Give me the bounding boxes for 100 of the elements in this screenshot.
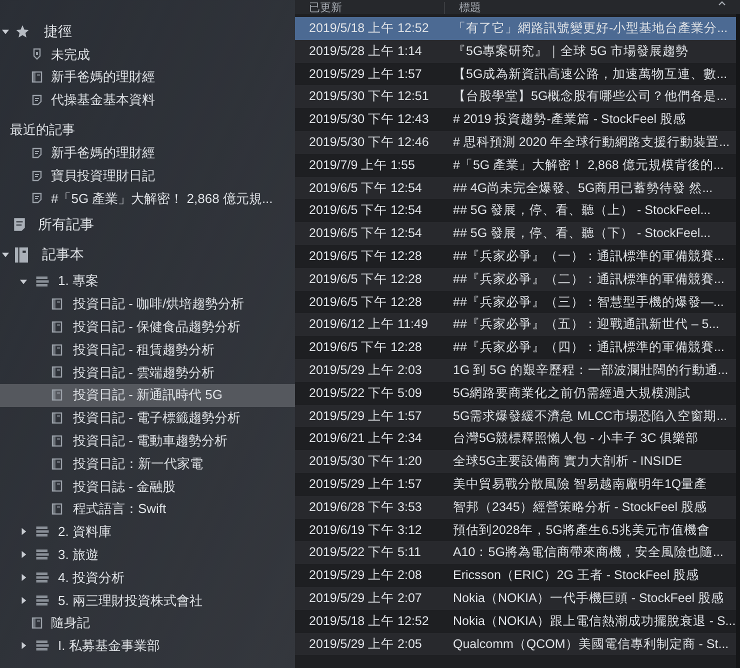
recent-note-item[interactable]: 新手爸媽的理財經	[51, 143, 155, 163]
column-heading[interactable]: 標題	[445, 2, 481, 14]
note-row[interactable]: 2019/6/5 下午 12:28 ##『兵家必爭』（三）：智慧型手機的爆發—...	[295, 290, 736, 314]
title-cell-text: #「5G 產業」大解密！ 2,868 億元規模背後的...	[452, 156, 724, 174]
updated-cell-text: 2019/6/5 下午 12:28	[308, 270, 423, 288]
title-cell-text: ##『兵家必爭』（三）：智慧型手機的爆發—...	[452, 294, 724, 311]
title-cell-text: ##『兵家必爭』（一）：通訊標準的軍備競賽...	[452, 248, 724, 265]
title-cell-text: ##『兵家必爭』（五）：迎戰通訊新世代 – 5...	[452, 316, 720, 334]
notebook-icon	[51, 320, 63, 333]
stack-item[interactable]: 5. 兩三理財投資株式會社	[58, 590, 202, 610]
shortcut-item[interactable]: 未完成	[51, 44, 90, 64]
updated-cell-text: 2019/6/12 上午 11:49	[308, 316, 429, 334]
updated-cell-text: 2019/5/29 上午 1:57	[308, 66, 423, 83]
updated-cell-text: 2019/5/29 上午 2:03	[308, 362, 423, 379]
note-row[interactable]: 2019/5/29 上午 1:57 【5G成為新資訊高速公路，加速萬物互連、數...	[295, 62, 736, 86]
note-row[interactable]: 2019/5/30 下午 12:46 # 思科預測 2020 年全球行動網路支援行動裝置...	[295, 130, 736, 154]
stack-item[interactable]: 1. 專案	[58, 271, 98, 291]
notebook-icon	[31, 71, 43, 84]
notebook-icon	[51, 434, 63, 447]
stack-icon	[35, 570, 50, 586]
title-cell-text: 1G 到 5G 的艱辛歷程：一部波瀾壯闊的行動通...	[452, 362, 728, 379]
note-row[interactable]: 2019/5/18 上午 12:52 「有了它」網路訊號變更好-小型基地台產業分...	[295, 17, 736, 40]
section-title[interactable]: 捷徑	[44, 20, 72, 42]
notebook-item[interactable]: 投資日誌 - 金融股	[0, 474, 295, 498]
note-row[interactable]: 2019/5/30 下午 1:20 全球5G主要設備商 實力大剖析 - INSIDE	[295, 450, 736, 473]
stack-item[interactable]: I. 私募基金事業部	[58, 636, 160, 656]
notebook-item[interactable]: 投資日記 - 咖啡/烘培趨勢分析	[0, 292, 295, 316]
note-row[interactable]: 2019/6/5 下午 12:54 ## 4G尚未完全爆發、5G商用已蓄勢待發 然...	[295, 176, 736, 200]
note-icon	[31, 192, 43, 204]
title-cell-text: 台灣5G競標釋照懶人包 - 小丰子 3C 俱樂部	[452, 430, 699, 448]
notebook-item[interactable]: 隨身記	[51, 613, 90, 633]
recent-note-item[interactable]: 寶貝投資理財日記	[51, 166, 155, 186]
caret-right-icon[interactable]	[20, 528, 27, 536]
title-cell-text: Nokia（NOKIA）一代手機巨頭 - StockFeel 股感	[452, 590, 724, 607]
all-notes-item[interactable]: 所有記事	[38, 214, 94, 236]
updated-cell-text: 2019/6/5 下午 12:54	[308, 180, 423, 197]
title-cell-text: 【台股學堂】5G概念股有哪些公司？他們各是...	[452, 88, 728, 106]
title-cell-text: Qualcomm（QCOM）美國電信專利制定商 - St...	[452, 636, 729, 653]
column-heading[interactable]: 已更新	[295, 2, 445, 14]
caret-down-icon[interactable]	[2, 251, 9, 258]
note-row[interactable]: 2019/6/19 下午 3:12 預估到2028年，5G將產生6.5兆美元市值機會	[295, 518, 736, 542]
title-cell-text: 美中貿易戰分散風險 智易越南廠明年1Q量產	[452, 476, 708, 493]
stack-item[interactable]: 2. 資料庫	[58, 522, 112, 542]
updated-cell-text: 2019/6/19 下午 3:12	[308, 522, 423, 539]
caret-down-icon[interactable]	[20, 278, 27, 285]
updated-cell-text: 2019/5/22 下午 5:11	[308, 544, 422, 562]
note-row[interactable]: 2019/6/5 下午 12:54 ## 5G 發展，停、看、聽（下） - StockFeel...	[295, 222, 736, 245]
shortcut-item[interactable]: 新手爸媽的理財經	[51, 67, 155, 87]
notebook-item[interactable]: 投資日記：新一代家電	[0, 452, 295, 475]
notebook-item[interactable]: 投資日記 - 電子標籤趨勢分析	[0, 406, 295, 430]
note-row[interactable]: 2019/5/29 上午 2:05 Qualcomm（QCOM）美國電信專利制定商 - St...	[295, 632, 736, 656]
section-title[interactable]: 記事本	[42, 244, 84, 266]
notebook-icon	[51, 389, 63, 402]
caret-right-icon[interactable]	[20, 642, 27, 650]
note-row[interactable]: 2019/6/28 下午 3:53 智邦（2345）經營策略分析 - StockFeel 股感	[295, 496, 736, 519]
title-cell-text: 『5G專案研究』｜全球 5G 市場發展趨勢	[452, 42, 688, 60]
shortcut-item[interactable]: 代操基金基本資料	[51, 90, 155, 110]
notebook-item[interactable]: 投資日記 - 雲端趨勢分析	[0, 360, 295, 384]
notebook-icon	[31, 617, 43, 630]
title-cell-text: A10：5G將為電信商帶來商機，安全風險也隨...	[452, 544, 724, 562]
note-row[interactable]: 2019/6/12 上午 11:49 ##『兵家必爭』（五）：迎戰通訊新世代 – 5...	[295, 313, 736, 336]
recent-note-item[interactable]: #「5G 產業」大解密！ 2,868 億元規...	[51, 188, 273, 208]
note-row[interactable]: 2019/5/29 上午 1:57 5G需求爆發緩不濟急 MLCC市場恐陷入空窗期...	[295, 404, 736, 428]
stack-item[interactable]: 3. 旅遊	[58, 544, 98, 564]
title-cell-text: ##『兵家必爭』（四）：通訊標準的軍備競賽...	[452, 339, 724, 356]
stack-icon	[35, 547, 50, 562]
title-cell-text: ## 5G 發展，停、看、聽（下） - StockFeel...	[452, 225, 711, 242]
updated-cell-text: 2019/5/29 上午 2:05	[308, 636, 423, 653]
note-row[interactable]: 2019/5/29 上午 2:07 Nokia（NOKIA）一代手機巨頭 - StockFeel 股感	[295, 586, 736, 610]
caret-right-icon[interactable]	[20, 574, 27, 582]
caret-right-icon[interactable]	[20, 596, 27, 604]
notebook-item[interactable]: 投資日記 - 租賃趨勢分析	[0, 338, 295, 361]
title-cell-text: ## 5G 發展，停、看、聽（上） - StockFeel...	[452, 202, 711, 220]
notebook-item[interactable]: 投資日記 - 保健食品趨勢分析	[0, 315, 295, 338]
title-cell-text: ##『兵家必爭』（二）：通訊標準的軍備競賽...	[452, 270, 724, 288]
title-cell-text: 全球5G主要設備商 實力大剖析 - INSIDE	[452, 453, 682, 470]
updated-cell-text: 2019/7/9 上午 1:55	[308, 156, 416, 174]
notebook-item[interactable]: 投資日記 - 新通訊時代 5G	[0, 384, 295, 407]
title-cell-text: # 2019 投資趨勢-產業篇 - StockFeel 股感	[452, 111, 686, 128]
notebook-item[interactable]: 程式語言：Swift	[0, 498, 295, 521]
updated-cell-text: 2019/5/28 上午 1:14	[308, 42, 423, 60]
caret-right-icon[interactable]	[20, 551, 27, 558]
title-cell-text: 【5G成為新資訊高速公路，加速萬物互連、數...	[452, 66, 728, 83]
stack-item[interactable]: 4. 投資分析	[58, 568, 124, 588]
note-row[interactable]: 2019/5/28 上午 1:14 『5G專案研究』｜全球 5G 市場發展趨勢	[295, 40, 736, 63]
note-row[interactable]: 2019/5/22 下午 5:11 A10：5G將為電信商帶來商機，安全風險也隨...	[295, 541, 736, 564]
stack-icon	[35, 274, 50, 289]
sort-chevron-icon[interactable]	[718, 1, 726, 6]
updated-cell-text: 2019/5/18 上午 12:52	[308, 20, 430, 38]
note-row[interactable]: 2019/5/29 上午 2:03 1G 到 5G 的艱辛歷程：一部波瀾壯闊的行動通...	[295, 358, 736, 382]
updated-cell-text: 2019/5/29 上午 1:57	[308, 476, 423, 493]
note-row[interactable]: 2019/6/5 下午 12:28 ##『兵家必爭』（二）：通訊標準的軍備競賽...	[295, 268, 736, 291]
title-cell-text: ## 4G尚未完全爆發、5G商用已蓄勢待發 然...	[452, 180, 713, 197]
section-title: 最近的記事	[10, 120, 75, 139]
updated-cell-text: 2019/6/5 下午 12:28	[308, 294, 423, 311]
updated-cell-text: 2019/5/30 下午 12:51	[308, 88, 430, 106]
note-row[interactable]: 2019/5/30 下午 12:51 【台股學堂】5G概念股有哪些公司？他們各是...	[295, 85, 736, 108]
updated-cell-text: 2019/5/29 上午 2:07	[308, 590, 423, 607]
caret-down-icon[interactable]	[2, 28, 9, 34]
notebook-item[interactable]: 投資日記 - 電動車趨勢分析	[0, 429, 295, 452]
